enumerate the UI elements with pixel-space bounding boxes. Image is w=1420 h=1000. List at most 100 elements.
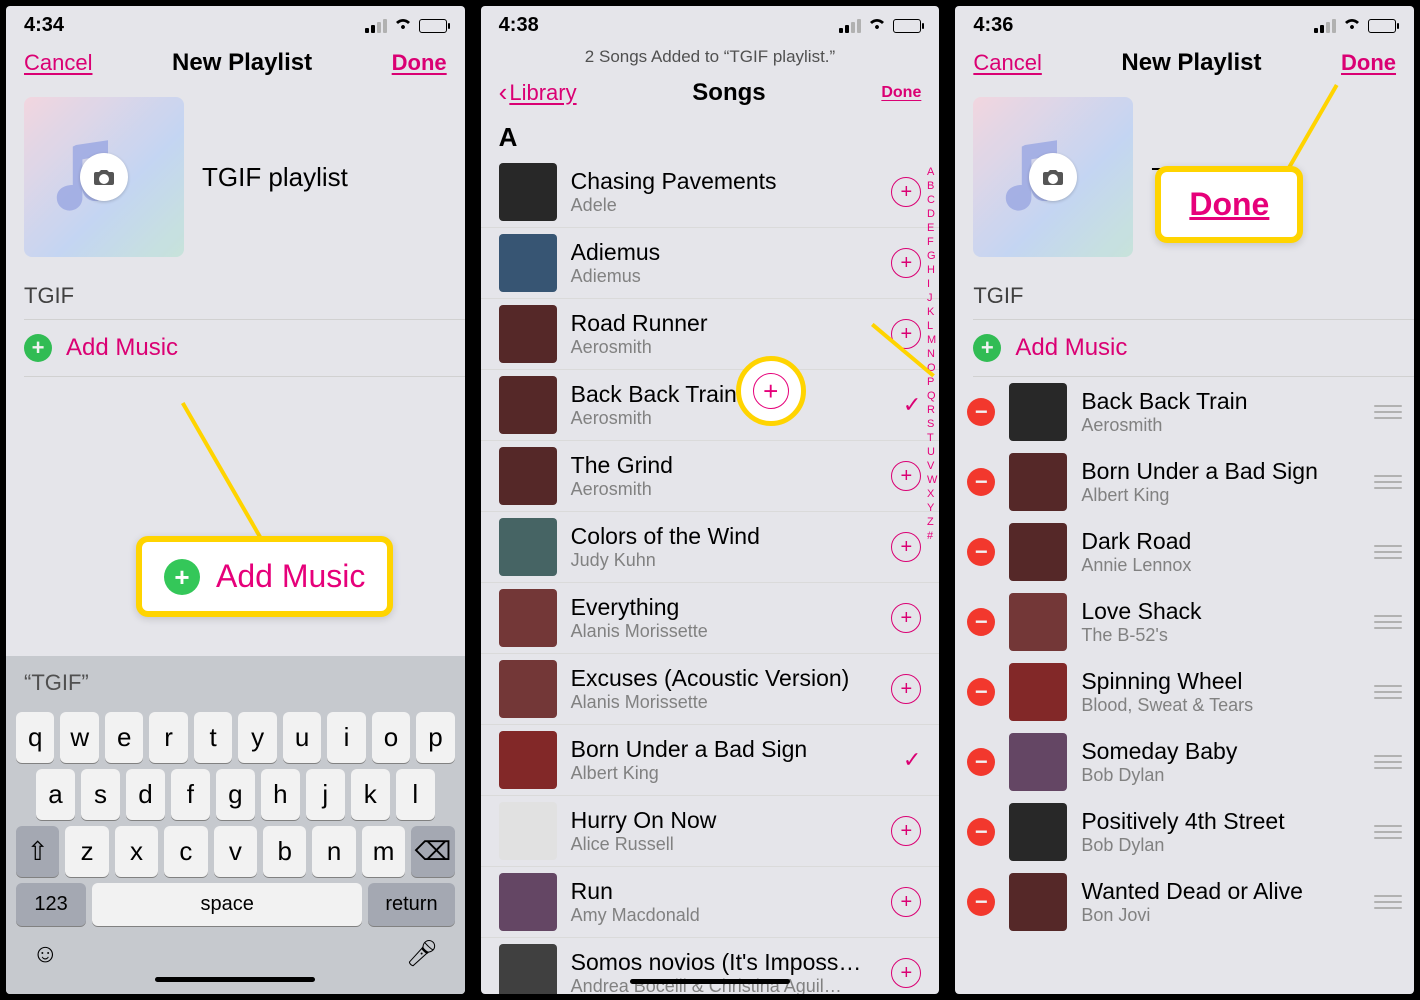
song-row[interactable]: Chasing Pavements Adele + xyxy=(481,157,940,228)
index-letter[interactable]: Z xyxy=(927,516,937,528)
index-letter[interactable]: P xyxy=(927,376,937,388)
remove-button[interactable]: − xyxy=(967,538,995,566)
index-letter[interactable]: N xyxy=(927,348,937,360)
index-letter[interactable]: H xyxy=(927,264,937,276)
key-i[interactable]: i xyxy=(327,712,365,763)
add-song-button[interactable]: + xyxy=(891,603,921,633)
track-list[interactable]: − Back Back Train Aerosmith − Born Under… xyxy=(955,377,1414,937)
add-song-button[interactable]: + xyxy=(891,887,921,917)
add-music-row[interactable]: + Add Music xyxy=(955,320,1414,376)
index-letter[interactable]: X xyxy=(927,488,937,500)
key-h[interactable]: h xyxy=(261,769,300,820)
key-k[interactable]: k xyxy=(351,769,390,820)
index-letter[interactable]: A xyxy=(927,166,937,178)
song-row[interactable]: Born Under a Bad Sign Albert King ✓ xyxy=(481,725,940,796)
track-row[interactable]: − Love Shack The B-52's xyxy=(955,587,1414,657)
reorder-handle[interactable] xyxy=(1374,685,1402,699)
index-letter[interactable]: B xyxy=(927,180,937,192)
index-letter[interactable]: F xyxy=(927,236,937,248)
cancel-button[interactable]: Cancel xyxy=(973,50,1041,76)
song-row[interactable]: Run Amy Macdonald + xyxy=(481,867,940,938)
key-v[interactable]: v xyxy=(214,826,257,877)
track-row[interactable]: − Spinning Wheel Blood, Sweat & Tears xyxy=(955,657,1414,727)
remove-button[interactable]: − xyxy=(967,398,995,426)
emoji-icon[interactable]: ☺ xyxy=(32,938,59,969)
index-letter[interactable]: C xyxy=(927,194,937,206)
add-song-button[interactable]: + xyxy=(891,674,921,704)
song-row[interactable]: Somos novios (It's Imposs… Andrea Bocell… xyxy=(481,938,940,994)
track-row[interactable]: − Someday Baby Bob Dylan xyxy=(955,727,1414,797)
done-button[interactable]: Done xyxy=(1341,50,1396,76)
return-key[interactable]: return xyxy=(368,883,454,926)
add-song-button[interactable]: + xyxy=(891,958,921,988)
index-letter[interactable]: J xyxy=(927,292,937,304)
song-row[interactable]: Colors of the Wind Judy Kuhn + xyxy=(481,512,940,583)
index-letter[interactable]: I xyxy=(927,278,937,290)
key-j[interactable]: j xyxy=(306,769,345,820)
key-r[interactable]: r xyxy=(149,712,187,763)
song-row[interactable]: Road Runner Aerosmith + xyxy=(481,299,940,370)
key-s[interactable]: s xyxy=(81,769,120,820)
key-q[interactable]: q xyxy=(16,712,54,763)
track-row[interactable]: − Positively 4th Street Bob Dylan xyxy=(955,797,1414,867)
key-b[interactable]: b xyxy=(263,826,306,877)
index-letter[interactable]: S xyxy=(927,418,937,430)
song-row[interactable]: Back Back Train Aerosmith ✓ xyxy=(481,370,940,441)
reorder-handle[interactable] xyxy=(1374,475,1402,489)
add-music-row[interactable]: + Add Music xyxy=(6,320,465,376)
cancel-button[interactable]: Cancel xyxy=(24,50,92,76)
index-letter[interactable]: R xyxy=(927,404,937,416)
backspace-key[interactable]: ⌫ xyxy=(411,826,454,877)
description-field[interactable]: TGIF xyxy=(955,265,1414,319)
remove-button[interactable]: − xyxy=(967,678,995,706)
home-indicator[interactable] xyxy=(630,979,790,984)
key-m[interactable]: m xyxy=(362,826,405,877)
back-button[interactable]: ‹ Library xyxy=(499,77,577,108)
index-letter[interactable]: M xyxy=(927,334,937,346)
key-w[interactable]: w xyxy=(60,712,98,763)
index-letter[interactable]: D xyxy=(927,208,937,220)
index-letter[interactable]: L xyxy=(927,320,937,332)
index-letter[interactable]: G xyxy=(927,250,937,262)
shift-key[interactable]: ⇧ xyxy=(16,826,59,877)
numbers-key[interactable]: 123 xyxy=(16,883,86,926)
alpha-index[interactable]: ABCDEFGHIJKLMNOPQRSTUVWXYZ# xyxy=(927,166,937,542)
reorder-handle[interactable] xyxy=(1374,405,1402,419)
key-y[interactable]: y xyxy=(238,712,276,763)
key-x[interactable]: x xyxy=(115,826,158,877)
done-button[interactable]: Done xyxy=(392,50,447,76)
key-g[interactable]: g xyxy=(216,769,255,820)
remove-button[interactable]: − xyxy=(967,748,995,776)
key-n[interactable]: n xyxy=(312,826,355,877)
add-song-button[interactable]: + xyxy=(891,248,921,278)
index-letter[interactable]: W xyxy=(927,474,937,486)
key-f[interactable]: f xyxy=(171,769,210,820)
suggestion-bar[interactable]: “TGIF” xyxy=(12,664,459,706)
description-field[interactable]: TGIF xyxy=(6,265,465,319)
mic-icon[interactable]: 🎤︎ xyxy=(406,938,439,969)
index-letter[interactable]: K xyxy=(927,306,937,318)
track-row[interactable]: − Dark Road Annie Lennox xyxy=(955,517,1414,587)
key-d[interactable]: d xyxy=(126,769,165,820)
home-indicator[interactable] xyxy=(155,977,315,982)
camera-icon[interactable] xyxy=(1029,153,1077,201)
key-a[interactable]: a xyxy=(36,769,75,820)
index-letter[interactable]: Q xyxy=(927,390,937,402)
add-song-button[interactable]: + xyxy=(891,461,921,491)
track-row[interactable]: − Back Back Train Aerosmith xyxy=(955,377,1414,447)
key-z[interactable]: z xyxy=(65,826,108,877)
index-letter[interactable]: Y xyxy=(927,502,937,514)
song-row[interactable]: Adiemus Adiemus + xyxy=(481,228,940,299)
reorder-handle[interactable] xyxy=(1374,755,1402,769)
song-row[interactable]: Everything Alanis Morissette + xyxy=(481,583,940,654)
index-letter[interactable]: E xyxy=(927,222,937,234)
index-letter[interactable]: V xyxy=(927,460,937,472)
reorder-handle[interactable] xyxy=(1374,545,1402,559)
key-l[interactable]: l xyxy=(396,769,435,820)
track-row[interactable]: − Born Under a Bad Sign Albert King xyxy=(955,447,1414,517)
key-u[interactable]: u xyxy=(283,712,321,763)
done-button[interactable]: Done xyxy=(881,84,921,102)
space-key[interactable]: space xyxy=(92,883,362,926)
remove-button[interactable]: − xyxy=(967,468,995,496)
key-c[interactable]: c xyxy=(164,826,207,877)
